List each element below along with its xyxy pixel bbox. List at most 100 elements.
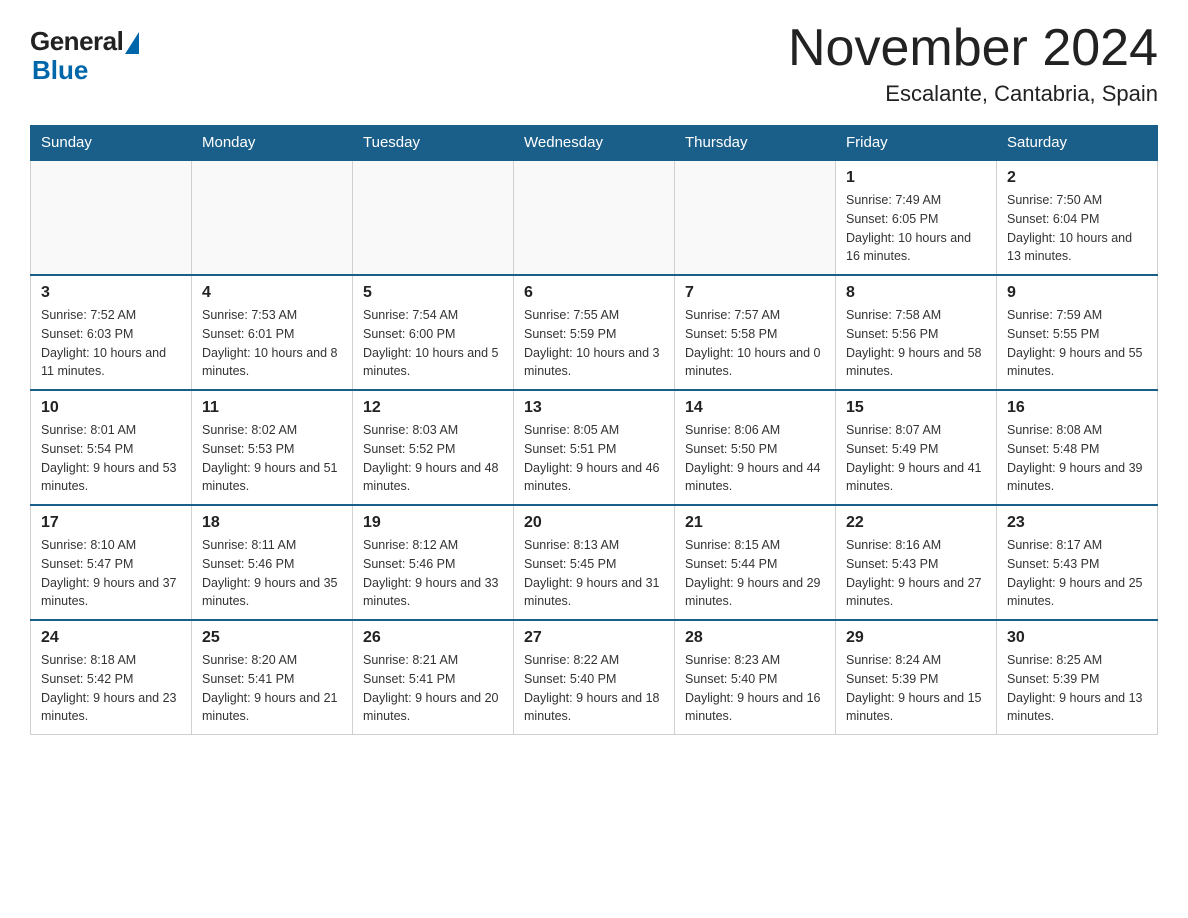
day-info: Sunrise: 8:06 AM Sunset: 5:50 PM Dayligh… — [685, 421, 825, 496]
day-info: Sunrise: 7:55 AM Sunset: 5:59 PM Dayligh… — [524, 306, 664, 381]
day-info: Sunrise: 8:18 AM Sunset: 5:42 PM Dayligh… — [41, 651, 181, 726]
calendar-cell: 11 Sunrise: 8:02 AM Sunset: 5:53 PM Dayli… — [192, 390, 353, 505]
day-number: 16 — [1007, 399, 1147, 417]
day-info: Sunrise: 8:02 AM Sunset: 5:53 PM Dayligh… — [202, 421, 342, 496]
day-info: Sunrise: 8:11 AM Sunset: 5:46 PM Dayligh… — [202, 536, 342, 611]
calendar-cell — [353, 160, 514, 275]
day-info: Sunrise: 8:15 AM Sunset: 5:44 PM Dayligh… — [685, 536, 825, 611]
title-block: November 2024 Escalante, Cantabria, Spai… — [788, 20, 1158, 107]
calendar-week-row-3: 10Sunrise: 8:01 AM Sunset: 5:54 PM Dayli… — [31, 390, 1158, 505]
day-number: 30 — [1007, 629, 1147, 647]
calendar-cell — [514, 160, 675, 275]
day-info: Sunrise: 8:03 AM Sunset: 5:52 PM Dayligh… — [363, 421, 503, 496]
day-info: Sunrise: 8:21 AM Sunset: 5:41 PM Dayligh… — [363, 651, 503, 726]
calendar-week-row-5: 24 Sunrise: 8:18 AM Sunset: 5:42 PM Dayli… — [31, 620, 1158, 735]
col-header-monday: Monday — [192, 126, 353, 161]
logo-general-text: General — [30, 26, 123, 57]
day-number: 6 — [524, 284, 664, 302]
calendar-cell: 24 Sunrise: 8:18 AM Sunset: 5:42 PM Dayli… — [31, 620, 192, 735]
calendar-cell: 10Sunrise: 8:01 AM Sunset: 5:54 PM Dayli… — [31, 390, 192, 505]
page-header: General Blue November 2024 Escalante, Ca… — [30, 20, 1158, 107]
day-number: 14 — [685, 399, 825, 417]
day-info: Sunrise: 7:58 AM Sunset: 5:56 PM Dayligh… — [846, 306, 986, 381]
day-number: 25 — [202, 629, 342, 647]
day-number: 5 — [363, 284, 503, 302]
calendar-cell: 21 Sunrise: 8:15 AM Sunset: 5:44 PM Dayli… — [675, 505, 836, 620]
calendar-cell — [31, 160, 192, 275]
day-number: 15 — [846, 399, 986, 417]
calendar-cell — [675, 160, 836, 275]
day-number: 4 — [202, 284, 342, 302]
calendar-cell: 20Sunrise: 8:13 AM Sunset: 5:45 PM Dayli… — [514, 505, 675, 620]
col-header-saturday: Saturday — [997, 126, 1158, 161]
day-info: Sunrise: 7:52 AM Sunset: 6:03 PM Dayligh… — [41, 306, 181, 381]
day-info: Sunrise: 7:59 AM Sunset: 5:55 PM Dayligh… — [1007, 306, 1147, 381]
day-info: Sunrise: 8:08 AM Sunset: 5:48 PM Dayligh… — [1007, 421, 1147, 496]
logo-triangle-icon — [125, 32, 139, 54]
calendar-cell: 27 Sunrise: 8:22 AM Sunset: 5:40 PM Dayli… — [514, 620, 675, 735]
day-number: 26 — [363, 629, 503, 647]
day-info: Sunrise: 7:49 AM Sunset: 6:05 PM Dayligh… — [846, 191, 986, 266]
col-header-thursday: Thursday — [675, 126, 836, 161]
calendar-cell: 8 Sunrise: 7:58 AM Sunset: 5:56 PM Daylig… — [836, 275, 997, 390]
calendar-cell: 6 Sunrise: 7:55 AM Sunset: 5:59 PM Daylig… — [514, 275, 675, 390]
calendar-cell: 17Sunrise: 8:10 AM Sunset: 5:47 PM Dayli… — [31, 505, 192, 620]
day-info: Sunrise: 8:01 AM Sunset: 5:54 PM Dayligh… — [41, 421, 181, 496]
calendar-cell: 3 Sunrise: 7:52 AM Sunset: 6:03 PM Daylig… — [31, 275, 192, 390]
day-number: 12 — [363, 399, 503, 417]
day-info: Sunrise: 8:20 AM Sunset: 5:41 PM Dayligh… — [202, 651, 342, 726]
day-number: 29 — [846, 629, 986, 647]
day-number: 19 — [363, 514, 503, 532]
col-header-tuesday: Tuesday — [353, 126, 514, 161]
day-info: Sunrise: 8:05 AM Sunset: 5:51 PM Dayligh… — [524, 421, 664, 496]
calendar-cell: 7 Sunrise: 7:57 AM Sunset: 5:58 PM Daylig… — [675, 275, 836, 390]
calendar-cell: 19 Sunrise: 8:12 AM Sunset: 5:46 PM Dayli… — [353, 505, 514, 620]
day-number: 20 — [524, 514, 664, 532]
day-number: 2 — [1007, 169, 1147, 187]
day-info: Sunrise: 7:54 AM Sunset: 6:00 PM Dayligh… — [363, 306, 503, 381]
day-number: 18 — [202, 514, 342, 532]
day-number: 1 — [846, 169, 986, 187]
day-info: Sunrise: 8:12 AM Sunset: 5:46 PM Dayligh… — [363, 536, 503, 611]
page-title: November 2024 — [788, 20, 1158, 77]
day-number: 7 — [685, 284, 825, 302]
day-info: Sunrise: 7:50 AM Sunset: 6:04 PM Dayligh… — [1007, 191, 1147, 266]
day-number: 24 — [41, 629, 181, 647]
page-subtitle: Escalante, Cantabria, Spain — [788, 81, 1158, 107]
day-info: Sunrise: 8:22 AM Sunset: 5:40 PM Dayligh… — [524, 651, 664, 726]
day-number: 21 — [685, 514, 825, 532]
calendar-cell: 18 Sunrise: 8:11 AM Sunset: 5:46 PM Dayli… — [192, 505, 353, 620]
day-number: 27 — [524, 629, 664, 647]
day-info: Sunrise: 8:23 AM Sunset: 5:40 PM Dayligh… — [685, 651, 825, 726]
day-info: Sunrise: 8:25 AM Sunset: 5:39 PM Dayligh… — [1007, 651, 1147, 726]
calendar-cell: 1 Sunrise: 7:49 AM Sunset: 6:05 PM Daylig… — [836, 160, 997, 275]
day-info: Sunrise: 7:57 AM Sunset: 5:58 PM Dayligh… — [685, 306, 825, 381]
day-number: 22 — [846, 514, 986, 532]
calendar-cell: 13 Sunrise: 8:05 AM Sunset: 5:51 PM Dayli… — [514, 390, 675, 505]
day-info: Sunrise: 8:07 AM Sunset: 5:49 PM Dayligh… — [846, 421, 986, 496]
calendar-cell: 22Sunrise: 8:16 AM Sunset: 5:43 PM Dayli… — [836, 505, 997, 620]
day-info: Sunrise: 8:24 AM Sunset: 5:39 PM Dayligh… — [846, 651, 986, 726]
day-number: 13 — [524, 399, 664, 417]
col-header-wednesday: Wednesday — [514, 126, 675, 161]
day-number: 11 — [202, 399, 342, 417]
calendar-header-row: SundayMondayTuesdayWednesdayThursdayFrid… — [31, 126, 1158, 161]
calendar-cell: 29 Sunrise: 8:24 AM Sunset: 5:39 PM Dayli… — [836, 620, 997, 735]
calendar-cell: 14 Sunrise: 8:06 AM Sunset: 5:50 PM Dayli… — [675, 390, 836, 505]
logo-blue-text: Blue — [32, 55, 88, 86]
calendar-cell: 26 Sunrise: 8:21 AM Sunset: 5:41 PM Dayli… — [353, 620, 514, 735]
day-number: 3 — [41, 284, 181, 302]
day-number: 23 — [1007, 514, 1147, 532]
calendar-cell: 25 Sunrise: 8:20 AM Sunset: 5:41 PM Dayli… — [192, 620, 353, 735]
day-info: Sunrise: 8:17 AM Sunset: 5:43 PM Dayligh… — [1007, 536, 1147, 611]
calendar-cell: 9Sunrise: 7:59 AM Sunset: 5:55 PM Daylig… — [997, 275, 1158, 390]
calendar-cell: 16 Sunrise: 8:08 AM Sunset: 5:48 PM Dayli… — [997, 390, 1158, 505]
day-info: Sunrise: 8:10 AM Sunset: 5:47 PM Dayligh… — [41, 536, 181, 611]
calendar-cell: 23 Sunrise: 8:17 AM Sunset: 5:43 PM Dayli… — [997, 505, 1158, 620]
day-number: 28 — [685, 629, 825, 647]
calendar-cell: 30 Sunrise: 8:25 AM Sunset: 5:39 PM Dayli… — [997, 620, 1158, 735]
calendar-cell: 28 Sunrise: 8:23 AM Sunset: 5:40 PM Dayli… — [675, 620, 836, 735]
calendar-cell — [192, 160, 353, 275]
day-number: 8 — [846, 284, 986, 302]
calendar-cell: 12 Sunrise: 8:03 AM Sunset: 5:52 PM Dayli… — [353, 390, 514, 505]
